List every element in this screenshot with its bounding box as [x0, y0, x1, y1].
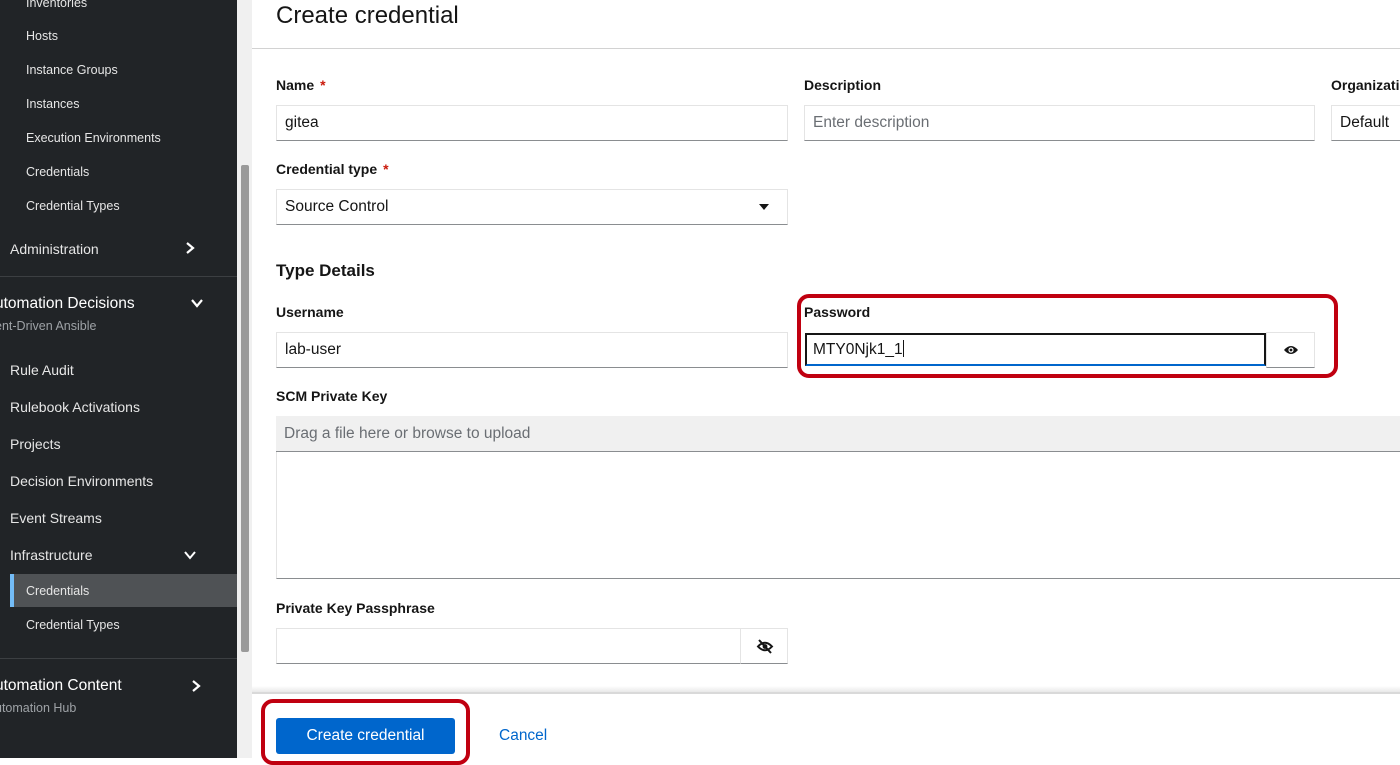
- page-title: Create credential: [276, 2, 459, 29]
- password-highlight-box: [797, 294, 1338, 378]
- sidebar-item-hosts[interactable]: Hosts: [26, 29, 58, 43]
- type-details-heading: Type Details: [276, 261, 375, 280]
- name-label: Name *: [276, 77, 326, 93]
- sidebar-divider: [0, 276, 237, 277]
- sidebar-item-instance-groups[interactable]: Instance Groups: [26, 63, 118, 77]
- sidebar-item-credentials[interactable]: Credentials: [26, 584, 89, 598]
- credential-type-select[interactable]: Source Control: [276, 189, 788, 225]
- sidebar-item-event-streams[interactable]: Event Streams: [10, 510, 102, 526]
- organization-select[interactable]: Default: [1331, 105, 1400, 141]
- sidebar-group-automation-content[interactable]: utomation Content: [0, 677, 122, 695]
- scm-private-key-label: SCM Private Key: [276, 388, 388, 404]
- sidebar-item-execution-environments[interactable]: Execution Environments: [26, 131, 161, 145]
- sidebar-item-credentials-top[interactable]: Credentials: [26, 165, 89, 179]
- caret-down-icon[interactable]: [759, 204, 769, 210]
- create-button-highlight-box: [261, 699, 470, 765]
- credential-type-label: Credential type *: [276, 161, 389, 177]
- description-input[interactable]: Enter description: [804, 105, 1315, 141]
- title-divider: [252, 48, 1400, 49]
- sidebar-active-indicator: [10, 574, 14, 607]
- sidebar-group-administration[interactable]: Administration: [10, 241, 99, 257]
- sidebar-item-credential-types[interactable]: Credential Types: [26, 618, 120, 632]
- sidebar-divider: [0, 658, 237, 659]
- file-upload-input[interactable]: Drag a file here or browse to upload: [276, 416, 1400, 452]
- organization-label: Organizati: [1331, 77, 1400, 93]
- passphrase-input[interactable]: [276, 628, 741, 664]
- name-input[interactable]: gitea: [276, 105, 788, 141]
- sidebar-group-subtitle: utomation Hub: [0, 701, 77, 715]
- sidebar-item-credential-types-top[interactable]: Credential Types: [26, 199, 120, 213]
- sidebar-group-subtitle: ent-Driven Ansible: [0, 319, 97, 333]
- sidebar-item-decision-environments[interactable]: Decision Environments: [10, 473, 153, 489]
- chevron-down-icon[interactable]: [191, 298, 203, 308]
- sidebar-nav: Inventories Hosts Instance Groups Instan…: [0, 0, 237, 758]
- description-label: Description: [804, 77, 882, 93]
- sidebar-item-inventories[interactable]: Inventories: [26, 0, 87, 10]
- chevron-right-icon[interactable]: [191, 680, 201, 692]
- passphrase-toggle-button[interactable]: [740, 628, 788, 664]
- username-label: Username: [276, 304, 344, 320]
- sidebar-item-infrastructure[interactable]: Infrastructure: [10, 547, 92, 563]
- chevron-right-icon[interactable]: [185, 242, 195, 254]
- username-input[interactable]: lab-user: [276, 332, 788, 368]
- chevron-down-icon[interactable]: [184, 550, 196, 560]
- sidebar-item-rulebook-activations[interactable]: Rulebook Activations: [10, 399, 140, 415]
- scm-private-key-textarea[interactable]: [276, 452, 1400, 579]
- sidebar-item-projects[interactable]: Projects: [10, 436, 61, 452]
- sidebar-item-instances[interactable]: Instances: [26, 97, 80, 111]
- sidebar-item-rule-audit[interactable]: Rule Audit: [10, 362, 74, 378]
- footer-divider: [252, 692, 1400, 694]
- sidebar-scrollbar-thumb[interactable]: [241, 165, 249, 652]
- sidebar-group-automation-decisions[interactable]: utomation Decisions: [0, 295, 135, 313]
- eye-slash-icon: [756, 639, 774, 654]
- cancel-button[interactable]: Cancel: [499, 727, 547, 745]
- passphrase-label: Private Key Passphrase: [276, 600, 435, 616]
